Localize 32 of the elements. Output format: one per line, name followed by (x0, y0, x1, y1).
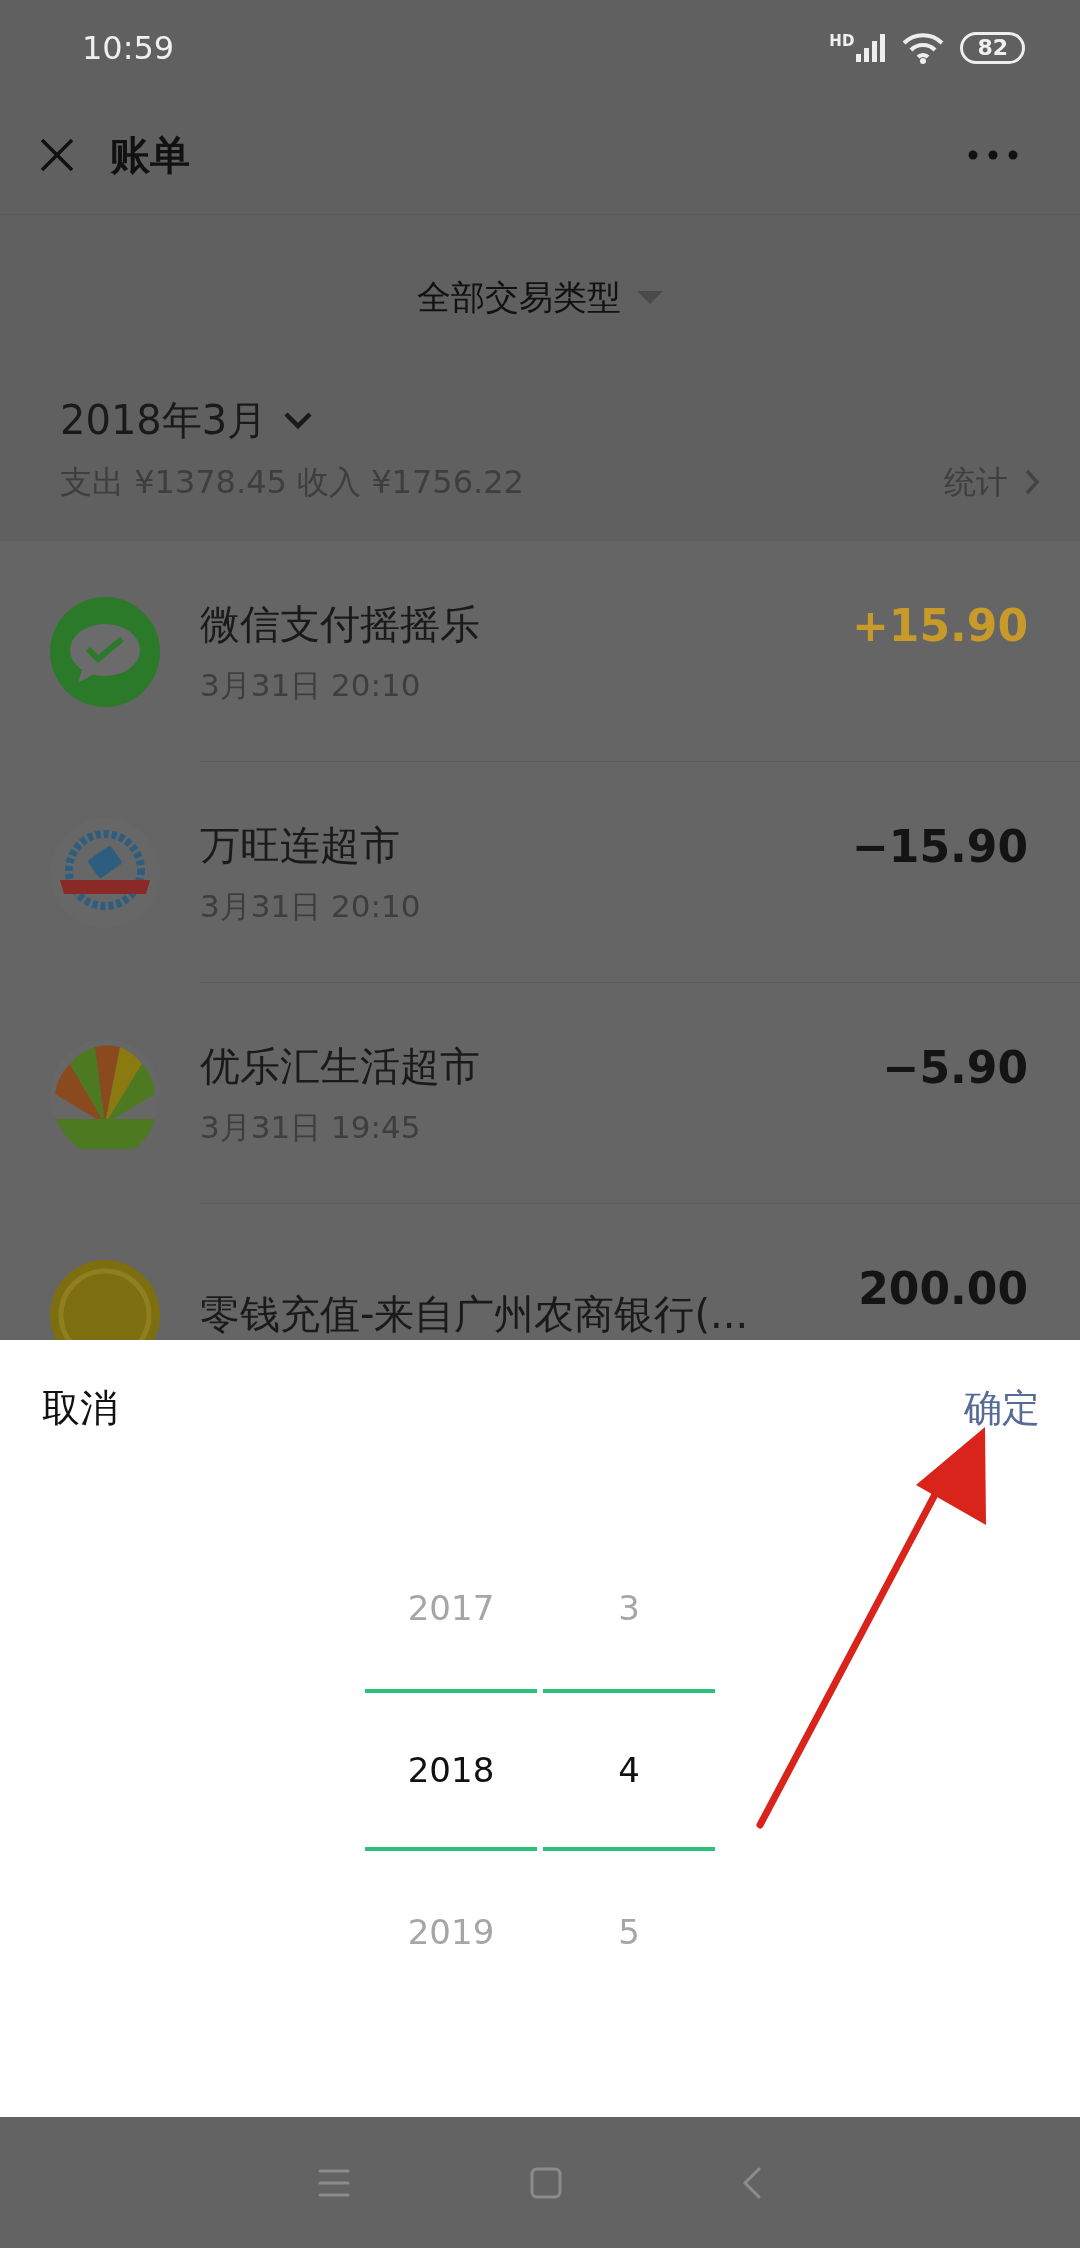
home-icon[interactable] (530, 2166, 562, 2199)
chat-bubble-icon (50, 596, 160, 707)
menu-icon[interactable] (318, 2167, 350, 2198)
signal-icon (856, 33, 887, 62)
more-icon[interactable] (968, 149, 1018, 160)
transaction-title: 微信支付摇摇乐 (200, 599, 480, 649)
month-option[interactable]: 5 (543, 1851, 715, 2013)
chevron-down-icon (283, 410, 314, 430)
wifi-icon (902, 31, 945, 64)
year-option[interactable]: 2019 (365, 1851, 537, 2013)
status-time: 10:59 (82, 27, 175, 69)
month-option[interactable]: 3 (543, 1527, 715, 1689)
year-option[interactable]: 2017 (365, 1527, 537, 1689)
transaction-title: 万旺连超市 (200, 820, 401, 870)
month-option[interactable]: 4 (543, 1689, 715, 1851)
cancel-button[interactable]: 取消 (42, 1380, 118, 1437)
battery-indicator: 82 (960, 31, 1025, 64)
type-filter-dropdown[interactable]: 全部交易类型 (417, 272, 663, 323)
transaction-amount: −15.90 (851, 820, 1028, 874)
transaction-title: 零钱充值-来自广州农商银行(... (200, 1290, 749, 1339)
transaction-amount: −5.90 (882, 1041, 1028, 1095)
transaction-amount: +15.90 (851, 599, 1028, 653)
confirm-button[interactable]: 确定 (964, 1380, 1040, 1437)
transaction-title: 优乐汇生活超市 (200, 1041, 480, 1091)
back-icon[interactable] (742, 2166, 762, 2199)
network-type-label: HD (829, 33, 855, 49)
year-option[interactable]: 2018 (365, 1689, 537, 1851)
close-icon[interactable] (40, 137, 74, 172)
page-title: 账单 (110, 130, 191, 180)
month-selector[interactable]: 2018年3月 (60, 390, 314, 450)
transaction-amount: 200.00 (858, 1262, 1028, 1316)
chevron-right-icon (1024, 468, 1040, 496)
